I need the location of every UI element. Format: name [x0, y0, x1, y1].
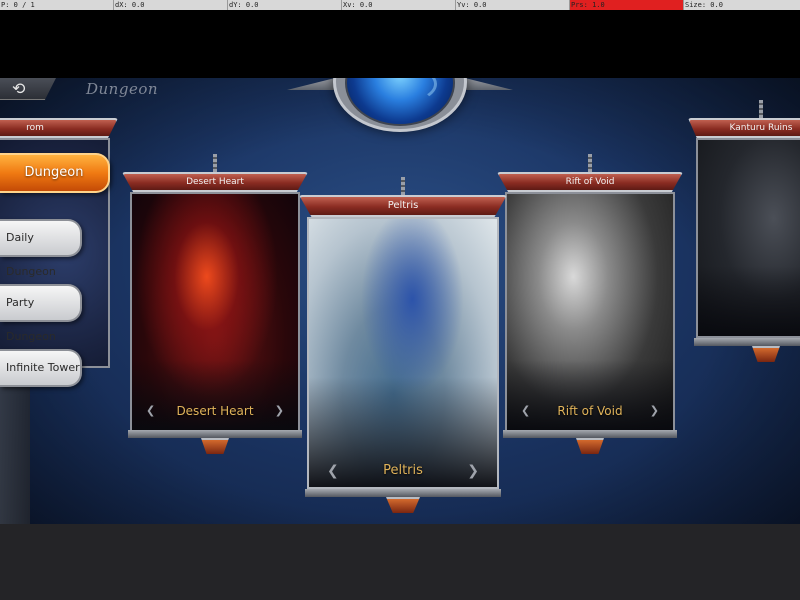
- card-banner-label: rom: [26, 123, 44, 133]
- card-emblem: [576, 438, 604, 454]
- debug-xv: Xv: 0.0: [342, 0, 456, 10]
- card-chain: [759, 100, 763, 120]
- side-tab-daily-dungeon[interactable]: Daily Dungeon: [0, 219, 82, 278]
- card-banner-label: Desert Heart: [186, 177, 244, 187]
- side-tab-party-dungeon[interactable]: Party Dungeon: [0, 284, 82, 343]
- card-banner: Peltris: [299, 195, 507, 217]
- card-name: Peltris: [383, 463, 423, 478]
- debug-size: Size: 0.0: [685, 1, 723, 9]
- card-base: [305, 489, 501, 497]
- card-chain: [213, 154, 217, 174]
- card-emblem: [386, 497, 420, 513]
- card-name: Rift of Void: [557, 404, 623, 418]
- card-banner: Kanturu Ruins: [688, 118, 800, 138]
- card-chain: [401, 177, 405, 197]
- dungeon-scene: ⟲ Dungeon rom Kanturu Ruins Desert Heart…: [0, 78, 800, 524]
- card-emblem: [201, 438, 229, 454]
- back-arrow-icon: ⟲: [12, 79, 26, 98]
- debug-dx: dX: 0.0: [114, 0, 228, 10]
- card-shade: [507, 360, 673, 430]
- back-button[interactable]: ⟲: [0, 78, 56, 100]
- card-banner: Rift of Void: [497, 172, 683, 192]
- debug-yv: Yv: 0.0: [456, 0, 570, 10]
- game-screen: P: 0 / 1 dX: 0.0 dY: 0.0 Xv: 0.0 Yv: 0.0…: [0, 0, 800, 600]
- debug-overlay-bar: P: 0 / 1 dX: 0.0 dY: 0.0 Xv: 0.0 Yv: 0.0…: [0, 0, 800, 10]
- screen-title: Dungeon: [86, 80, 159, 98]
- card-panel: [696, 138, 800, 338]
- card-banner-label: Kanturu Ruins: [729, 123, 793, 133]
- crystal-orb-ornament: [287, 78, 513, 132]
- card-banner: Desert Heart: [122, 172, 308, 192]
- card-panel: ❮ ❯ Peltris: [307, 217, 499, 489]
- dungeon-card-desert-heart[interactable]: Desert Heart ❮ ❯ Desert Heart: [122, 154, 308, 462]
- card-name: Desert Heart: [176, 404, 254, 418]
- debug-dy: dY: 0.0: [228, 0, 342, 10]
- card-base: [503, 430, 677, 438]
- dungeon-card-peltris[interactable]: Peltris ❮ ❯ Peltris: [299, 177, 507, 515]
- card-banner-label: Peltris: [387, 200, 419, 211]
- card-banner-label: Rift of Void: [565, 177, 615, 187]
- card-shade: [132, 360, 298, 430]
- side-tab-infinite-tower[interactable]: Infinite Tower: [0, 349, 82, 387]
- card-base: [128, 430, 302, 438]
- side-tab-dungeon[interactable]: Dungeon: [0, 153, 110, 193]
- card-base: [694, 338, 800, 346]
- card-panel: ❮ ❯ Desert Heart: [130, 192, 300, 432]
- bottom-letterbox: [0, 524, 800, 600]
- card-panel: ❮ ❯ Rift of Void: [505, 192, 675, 432]
- debug-pointer-count: P: 0 / 1: [0, 0, 114, 10]
- card-banner: rom: [0, 118, 118, 138]
- debug-pressure: Prs: 1.0: [570, 0, 684, 10]
- dungeon-card-rift-of-void[interactable]: Rift of Void ❮ ❯ Rift of Void: [497, 154, 683, 462]
- card-shade: [698, 266, 800, 336]
- dungeon-card-kanturu-ruins[interactable]: Kanturu Ruins: [688, 100, 800, 362]
- top-frame: ⟲ Dungeon: [0, 78, 800, 133]
- card-chain: [588, 154, 592, 174]
